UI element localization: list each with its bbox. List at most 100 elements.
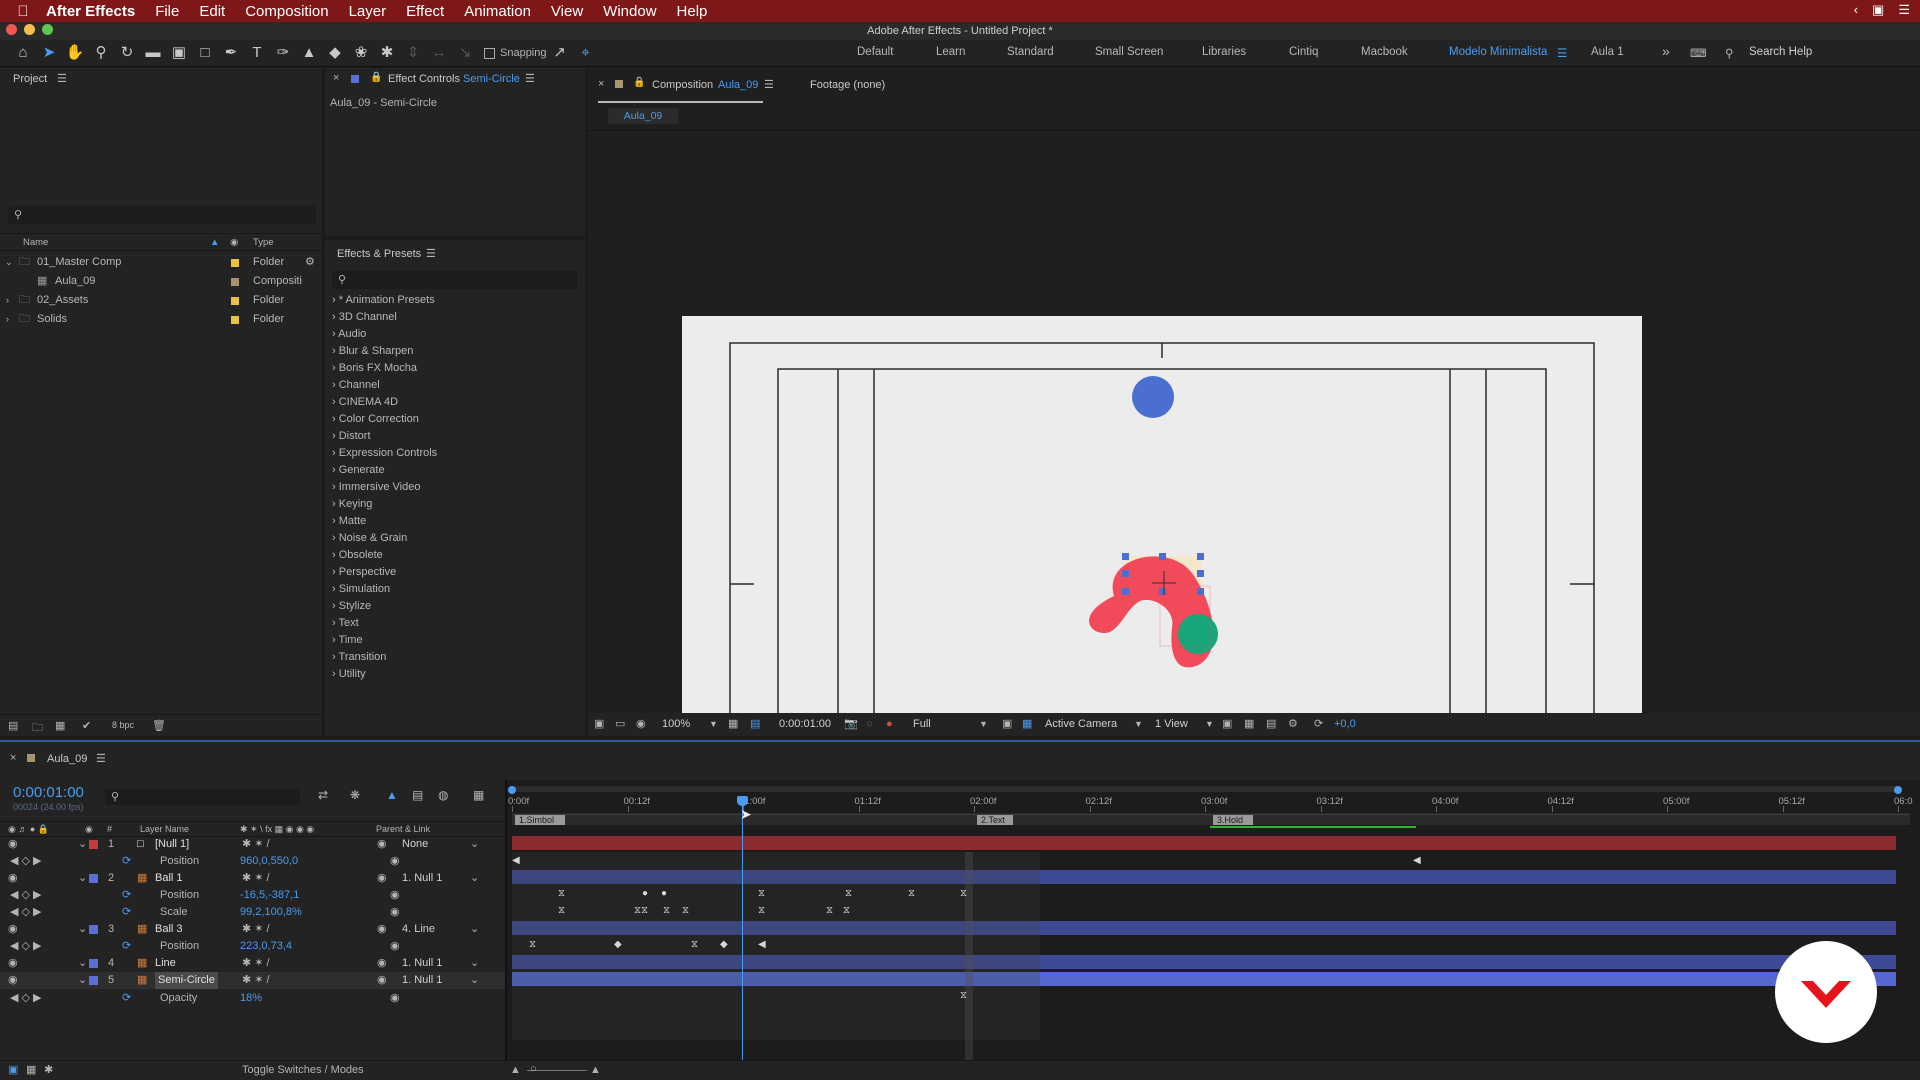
keyframe-icon[interactable]: ◀: [512, 855, 520, 866]
expand-chevron-icon[interactable]: ⌄: [5, 253, 13, 272]
zoom-slider-thumb[interactable]: ○: [530, 1060, 537, 1079]
layer-name[interactable]: Line: [155, 955, 176, 972]
expand-chevron-icon[interactable]: ›: [6, 310, 9, 329]
property-row[interactable]: ◀ ◇ ▶ ⟳ Position 223,0,73,4 ◉: [0, 938, 505, 955]
work-area-start-handle[interactable]: [508, 786, 516, 794]
expand-chevron-icon[interactable]: ›: [332, 600, 339, 612]
zoom-tool-icon[interactable]: ⚲: [88, 42, 114, 64]
effects-category[interactable]: › Stylize: [332, 598, 371, 615]
brush-tool-icon[interactable]: ✑: [270, 42, 296, 64]
search-help-field[interactable]: Search Help: [1749, 46, 1812, 58]
timeline-timecode[interactable]: 0:00:01:00: [13, 784, 84, 801]
expand-chevron-icon[interactable]: ⌄: [78, 972, 87, 989]
menu-layer[interactable]: Layer: [349, 3, 387, 20]
eye-icon[interactable]: ◉: [8, 870, 18, 887]
zoom-window-button[interactable]: [42, 24, 53, 35]
app-menu[interactable]: After Effects: [46, 3, 135, 20]
comp-breadcrumb[interactable]: Aula_09: [608, 108, 678, 124]
playhead[interactable]: [742, 796, 743, 1060]
list-item[interactable]: › 🗀 02_Assets Folder: [0, 291, 320, 310]
graph-editor-icon[interactable]: ▦: [473, 788, 484, 802]
chevron-down-icon[interactable]: ▼: [1134, 713, 1143, 736]
eye-icon[interactable]: ◉: [8, 972, 18, 989]
expand-chevron-icon[interactable]: ›: [332, 481, 339, 493]
color-channel-icon[interactable]: ●: [886, 713, 893, 736]
playhead-handle[interactable]: [737, 796, 748, 806]
layer-name[interactable]: Semi-Circle: [155, 972, 218, 989]
eye-icon[interactable]: ◉: [8, 836, 18, 853]
keyframe-nav-icon[interactable]: ◀ ◇ ▶: [10, 990, 42, 1007]
region-of-interest-icon[interactable]: ▣: [1002, 713, 1012, 736]
list-item[interactable]: ⌄ 🗀 01_Master Comp Folder ⚙: [0, 253, 320, 272]
back-icon[interactable]: ‹: [1854, 2, 1858, 18]
panel-menu-icon[interactable]: ☰: [525, 72, 535, 85]
eye-icon[interactable]: ◉: [8, 955, 18, 972]
keyframe-icon[interactable]: ⧖: [558, 888, 565, 899]
expand-chevron-icon[interactable]: ›: [332, 464, 339, 476]
layer-switches-icon[interactable]: ▣: [8, 1061, 18, 1080]
keyframe-icon[interactable]: ⧖: [529, 939, 536, 950]
effects-category[interactable]: › Color Correction: [332, 411, 419, 428]
pick-whip-icon[interactable]: ◉: [377, 921, 387, 938]
label-icon[interactable]: ◉: [230, 234, 238, 251]
zoom-level[interactable]: 100%: [662, 713, 690, 736]
effects-category[interactable]: › Audio: [332, 326, 366, 343]
snap-option-icon[interactable]: ↗: [547, 42, 573, 64]
workspace-aula-1[interactable]: Aula 1: [1591, 46, 1624, 58]
stopwatch-icon[interactable]: ⟳: [122, 938, 131, 955]
draft-3d-icon[interactable]: ❋: [350, 788, 360, 802]
menu-view[interactable]: View: [551, 3, 583, 20]
flowchart-icon[interactable]: ⚙: [305, 253, 315, 272]
reset-exposure-icon[interactable]: ⟳: [1314, 713, 1323, 736]
bpc-label[interactable]: 8 bpc: [112, 720, 134, 730]
effect-controls-layer[interactable]: Semi-Circle: [463, 73, 520, 85]
workspace-learn[interactable]: Learn: [936, 46, 965, 58]
effects-category[interactable]: › Blur & Sharpen: [332, 343, 413, 360]
chevron-down-icon[interactable]: ⌄: [470, 836, 479, 853]
marker-text[interactable]: 2.Text: [977, 815, 1013, 825]
col-name[interactable]: Name: [23, 234, 48, 251]
menu-effect[interactable]: Effect: [406, 3, 444, 20]
motion-blur-icon[interactable]: ◍: [438, 788, 448, 802]
property-value[interactable]: -16,5,-387,1: [240, 887, 299, 904]
keyframe-icon[interactable]: ⧖: [682, 905, 689, 916]
expand-chevron-icon[interactable]: ›: [332, 583, 339, 595]
marker-simbol[interactable]: 1.Simbol: [515, 815, 565, 825]
toggle-pixel-icon[interactable]: ▣: [1222, 713, 1232, 736]
expand-chevron-icon[interactable]: ›: [6, 291, 9, 310]
expand-chevron-icon[interactable]: ›: [332, 413, 339, 425]
workspace-modelo-minimalista[interactable]: Modelo Minimalista: [1449, 46, 1547, 58]
keyframe-icon[interactable]: ⧖: [826, 905, 833, 916]
expand-chevron-icon[interactable]: ›: [332, 430, 339, 442]
property-row[interactable]: ◀ ◇ ▶ ⟳ Scale 99,2,100,8% ◉: [0, 904, 505, 921]
new-folder-icon[interactable]: 🗀: [32, 719, 43, 738]
footage-tab[interactable]: Footage (none): [810, 79, 885, 91]
expand-chevron-icon[interactable]: ›: [332, 498, 339, 510]
workspace-libraries[interactable]: Libraries: [1202, 46, 1246, 58]
parent-select[interactable]: 1. Null 1: [402, 870, 442, 887]
in-out-icon[interactable]: ✱: [44, 1061, 53, 1080]
chevron-down-icon[interactable]: ▼: [1205, 713, 1214, 736]
effects-category[interactable]: › Matte: [332, 513, 366, 530]
keyframe-icon[interactable]: ⧖: [960, 990, 967, 1001]
view-layout-select[interactable]: 1 View: [1155, 713, 1188, 736]
expand-chevron-icon[interactable]: ›: [332, 379, 339, 391]
type-tool-icon[interactable]: T: [244, 42, 270, 64]
panel-menu-icon[interactable]: ☰: [764, 78, 774, 91]
expression-icon[interactable]: ◉: [390, 990, 400, 1007]
timeline-tab[interactable]: Aula_09: [47, 753, 87, 765]
menu-file[interactable]: File: [155, 3, 179, 20]
exposure-value[interactable]: +0,0: [1334, 713, 1356, 736]
marker-hold[interactable]: 3.Hold: [1213, 815, 1253, 825]
list-item[interactable]: › 🗀 Solids Folder: [0, 310, 320, 329]
expand-chevron-icon[interactable]: ⌄: [78, 870, 87, 887]
pick-whip-icon[interactable]: ◉: [377, 955, 387, 972]
layer-row[interactable]: ◉ ⌄ 4 ▦ Line ✱ ✶ / ◉ 1. Null 1 ⌄: [0, 955, 505, 972]
effects-category[interactable]: › * Animation Presets: [332, 292, 435, 309]
pen-tool-icon[interactable]: ✒: [218, 42, 244, 64]
chevron-down-icon[interactable]: ▼: [979, 713, 988, 736]
label-icon[interactable]: ◉: [85, 822, 93, 837]
keyframe-nav-icon[interactable]: ◀ ◇ ▶: [10, 887, 42, 904]
rectangle-tool-icon[interactable]: □: [192, 42, 218, 64]
vr-icon[interactable]: ◉: [636, 713, 646, 736]
